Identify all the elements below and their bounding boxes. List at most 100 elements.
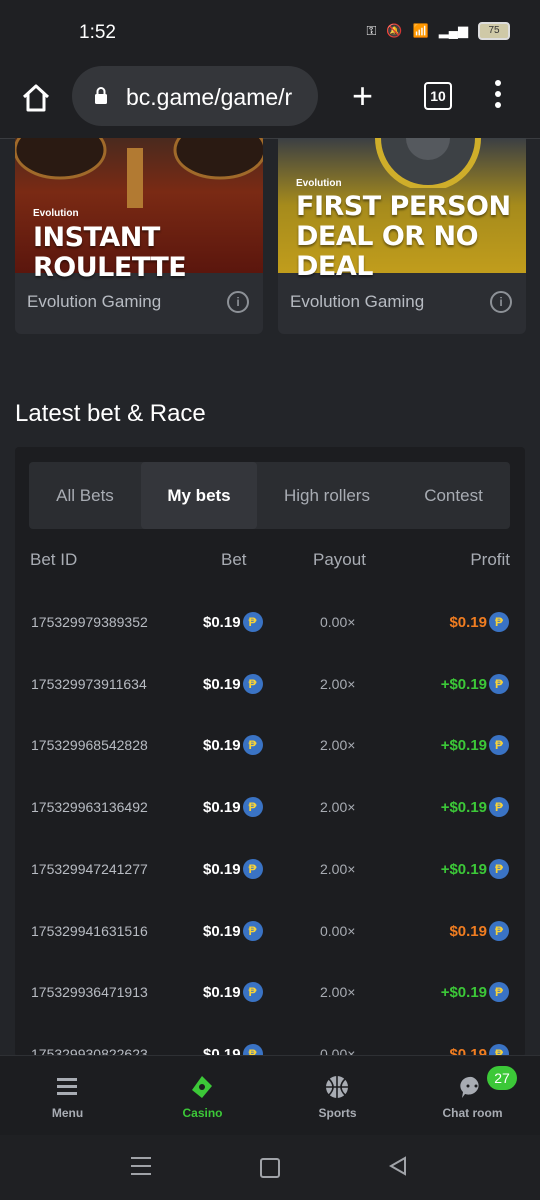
chat-icon: [460, 1076, 479, 1098]
bottom-nav: Menu Casino Sports 27 Chat room: [0, 1055, 540, 1136]
nav-casino[interactable]: Casino: [135, 1056, 270, 1136]
profit: +$0.19 ₱: [441, 797, 509, 817]
coin-icon: ₱: [242, 735, 263, 755]
signal-icon: ▂▄▆: [438, 23, 468, 38]
profit: $0.19 ₱: [449, 612, 509, 632]
home-icon[interactable]: [20, 82, 52, 114]
table-row[interactable]: 175329941631516 $0.19 ₱ 0.00× $0.19 ₱: [15, 917, 525, 947]
mute-icon: 🔕: [386, 23, 403, 38]
coin-icon: ₱: [242, 674, 263, 694]
bet-id[interactable]: 175329936471913: [31, 984, 165, 1000]
basketball-icon: [326, 1076, 348, 1098]
nav-label: Casino: [182, 1106, 223, 1120]
game-thumbnail[interactable]: Evolution FIRST PERSON DEAL OR NO DEAL: [278, 138, 526, 282]
section-title: Latest bet & Race: [15, 400, 206, 427]
nav-menu[interactable]: Menu: [0, 1056, 135, 1136]
bet-id[interactable]: 175329963136492: [31, 799, 165, 815]
game-title-line-1: FIRST PERSON: [296, 191, 511, 222]
status-time: 1:52: [79, 22, 116, 43]
table-row[interactable]: 175329973911634 $0.19 ₱ 2.00× +$0.19 ₱: [15, 670, 525, 700]
bets-panel: All Bets My bets High rollers Contest Be…: [15, 447, 525, 1057]
lock-icon: [95, 87, 107, 104]
chat-badge: 27: [487, 1066, 517, 1090]
table-row[interactable]: 175329968542828 $0.19 ₱ 2.00× +$0.19 ₱: [15, 731, 525, 761]
nav-sports[interactable]: Sports: [270, 1056, 405, 1136]
info-icon[interactable]: i: [227, 291, 249, 313]
nav-chat-room[interactable]: 27 Chat room: [405, 1056, 540, 1136]
game-card-deal-or-no-deal[interactable]: Evolution FIRST PERSON DEAL OR NO DEAL E…: [278, 138, 526, 334]
payout: 0.00×: [320, 923, 356, 939]
profit: +$0.19 ₱: [441, 982, 509, 1002]
bet-amount: $0.19 ₱: [203, 921, 263, 941]
tab-my-bets[interactable]: My bets: [141, 462, 257, 529]
bet-id[interactable]: 175329979389352: [31, 614, 165, 630]
status-bar: 1:52 ⚿ 🔕 📶 ▂▄▆ 75: [0, 0, 540, 66]
url-text: bc.game/game/r: [126, 84, 293, 110]
profit: +$0.19 ₱: [441, 735, 509, 755]
payout: 2.00×: [320, 676, 356, 692]
coin-icon: ₱: [489, 612, 509, 632]
table-row[interactable]: 175329936471913 $0.19 ₱ 2.00× +$0.19 ₱: [15, 978, 525, 1008]
coin-icon: ₱: [489, 982, 509, 1002]
payout: 2.00×: [320, 737, 356, 753]
nav-label: Sports: [318, 1106, 357, 1120]
bet-amount: $0.19 ₱: [203, 982, 263, 1002]
table-header: Bet ID Bet Payout Profit: [15, 548, 525, 572]
header-bet-id: Bet ID: [30, 550, 78, 569]
coin-icon: ₱: [489, 921, 509, 941]
header-payout: Payout: [313, 550, 366, 569]
bet-id[interactable]: 175329973911634: [31, 676, 165, 692]
wifi-icon: 📶: [412, 23, 429, 38]
payout: 2.00×: [320, 861, 356, 877]
bet-amount: $0.19 ₱: [203, 797, 263, 817]
bet-amount: $0.19 ₱: [203, 674, 263, 694]
game-title: INSTANT ROULETTE: [33, 222, 187, 283]
profit: $0.19 ₱: [449, 921, 509, 941]
bet-id[interactable]: 175329947241277: [31, 861, 165, 877]
coin-icon: ₱: [489, 797, 509, 817]
coin-icon: ₱: [242, 797, 263, 817]
bet-id[interactable]: 175329968542828: [31, 737, 165, 753]
coin-icon: ₱: [489, 735, 509, 755]
bet-amount: $0.19 ₱: [203, 859, 263, 879]
game-thumbnail[interactable]: Evolution INSTANT ROULETTE: [15, 138, 263, 283]
tab-high-rollers[interactable]: High rollers: [257, 462, 397, 529]
bet-amount: $0.19 ₱: [203, 735, 263, 755]
bet-tabs: All Bets My bets High rollers Contest: [29, 462, 510, 529]
table-row[interactable]: 175329963136492 $0.19 ₱ 2.00× +$0.19 ₱: [15, 793, 525, 823]
coin-icon: ₱: [489, 674, 509, 694]
tab-all-bets[interactable]: All Bets: [29, 462, 141, 529]
home-nav-icon[interactable]: [260, 1158, 280, 1178]
vpn-icon: ⚿: [366, 23, 377, 38]
table-row[interactable]: 175329979389352 $0.19 ₱ 0.00× $0.19 ₱: [15, 608, 525, 638]
profit: +$0.19 ₱: [441, 859, 509, 879]
game-card-instant-roulette[interactable]: Evolution INSTANT ROULETTE Evolution Gam…: [15, 138, 263, 334]
address-bar[interactable]: bc.game/game/r: [72, 66, 318, 126]
new-tab-button[interactable]: +: [352, 78, 373, 114]
tab-switcher-button[interactable]: 10: [424, 82, 452, 110]
casino-icon: [192, 1076, 212, 1098]
tab-contest[interactable]: Contest: [397, 462, 510, 529]
header-bet: Bet: [221, 550, 247, 569]
recents-icon[interactable]: [131, 1157, 151, 1181]
profit: +$0.19 ₱: [441, 674, 509, 694]
more-menu-icon[interactable]: [490, 80, 506, 110]
payout: 2.00×: [320, 799, 356, 815]
payout: 2.00×: [320, 984, 356, 1000]
table-row[interactable]: 175329947241277 $0.19 ₱ 2.00× +$0.19 ₱: [15, 855, 525, 885]
coin-icon: ₱: [242, 612, 263, 632]
payout: 0.00×: [320, 614, 356, 630]
game-provider: Evolution Gaming: [27, 292, 162, 311]
bet-amount: $0.19 ₱: [203, 612, 263, 632]
back-icon[interactable]: [388, 1156, 408, 1176]
bet-id[interactable]: 175329941631516: [31, 923, 165, 939]
coin-icon: ₱: [242, 859, 263, 879]
status-icons: ⚿ 🔕 📶 ▂▄▆ 75: [366, 22, 510, 40]
evolution-logo: Evolution: [33, 208, 79, 219]
nav-label: Menu: [51, 1106, 84, 1120]
info-icon[interactable]: i: [490, 291, 512, 313]
game-provider: Evolution Gaming: [290, 292, 425, 311]
nav-label: Chat room: [442, 1106, 503, 1120]
browser-toolbar: bc.game/game/r + 10: [0, 66, 540, 139]
menu-icon: [57, 1078, 77, 1095]
